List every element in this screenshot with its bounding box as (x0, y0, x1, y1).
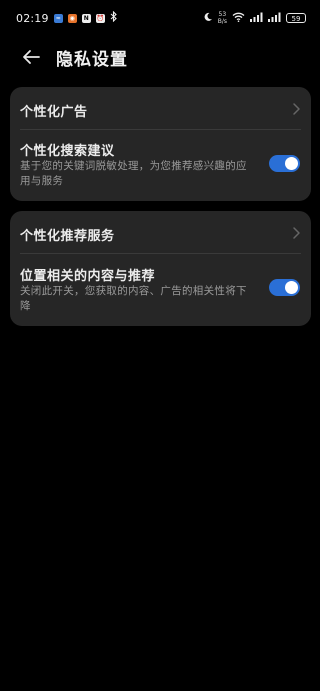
location-content-label: 位置相关的内容与推荐 (20, 269, 156, 284)
toggle-knob (285, 281, 298, 294)
location-content-toggle[interactable] (269, 279, 300, 296)
personalized-ads-label: 个性化广告 (20, 105, 88, 120)
personalized-recommendation-label: 个性化推荐服务 (20, 229, 115, 244)
personalized-ads-row[interactable]: 个性化广告 (10, 87, 311, 129)
settings-card-recommendations: 个性化推荐服务 位置相关的内容与推荐 关闭此开关，您获取的内容、广告的相关性将下… (10, 211, 311, 326)
signal-icon (268, 12, 281, 25)
personalized-search-suggestions-description: 基于您的关键词脱敏处理，为您推荐感兴趣的应用与服务 (20, 160, 247, 187)
page-title: 隐私设置 (56, 49, 128, 70)
status-bar: 02:19 ≈ ◉ N ⏰ 53 B/s 59 (0, 0, 320, 36)
personalized-recommendation-row[interactable]: 个性化推荐服务 (10, 211, 311, 253)
settings-card-ads-search: 个性化广告 个性化搜索建议 基于您的关键词脱敏处理，为您推荐感兴趣的应用与服务 (10, 87, 311, 201)
location-content-description: 关闭此开关，您获取的内容、广告的相关性将下降 (20, 285, 247, 312)
back-button[interactable] (16, 42, 46, 72)
battery-indicator: 59 (286, 13, 306, 23)
signal-icon (250, 12, 263, 25)
back-arrow-icon (23, 50, 40, 64)
clock: 02:19 (16, 11, 49, 25)
personalized-search-suggestions-label: 个性化搜索建议 (20, 144, 115, 159)
bluetooth-icon (110, 10, 117, 25)
network-speed: 53 B/s (218, 11, 227, 25)
location-content-row: 位置相关的内容与推荐 关闭此开关，您获取的内容、广告的相关性将下降 (10, 254, 311, 326)
chevron-right-icon (293, 103, 300, 115)
network-speed-unit: B/s (217, 18, 227, 25)
personalized-search-suggestions-row: 个性化搜索建议 基于您的关键词脱敏处理，为您推荐感兴趣的应用与服务 (10, 130, 311, 201)
app-notification-icon: ≈ (53, 13, 63, 23)
network-speed-value: 53 (218, 11, 227, 18)
header: 隐私设置 (0, 40, 320, 74)
toggle-knob (285, 157, 298, 170)
alarm-icon: ⏰ (95, 13, 105, 23)
status-bar-right: 53 B/s 59 (203, 11, 306, 25)
app-notification-icon: ◉ (67, 13, 77, 23)
chevron-right-icon (293, 227, 300, 239)
do-not-disturb-icon (203, 12, 213, 25)
status-bar-left: 02:19 ≈ ◉ N ⏰ (16, 10, 117, 25)
personalized-search-suggestions-toggle[interactable] (269, 155, 300, 172)
screen: 02:19 ≈ ◉ N ⏰ 53 B/s 59 隐私设置 个性化广告 个性化搜索… (0, 0, 320, 691)
wifi-icon (232, 12, 245, 25)
n-app-icon: N (81, 13, 91, 23)
